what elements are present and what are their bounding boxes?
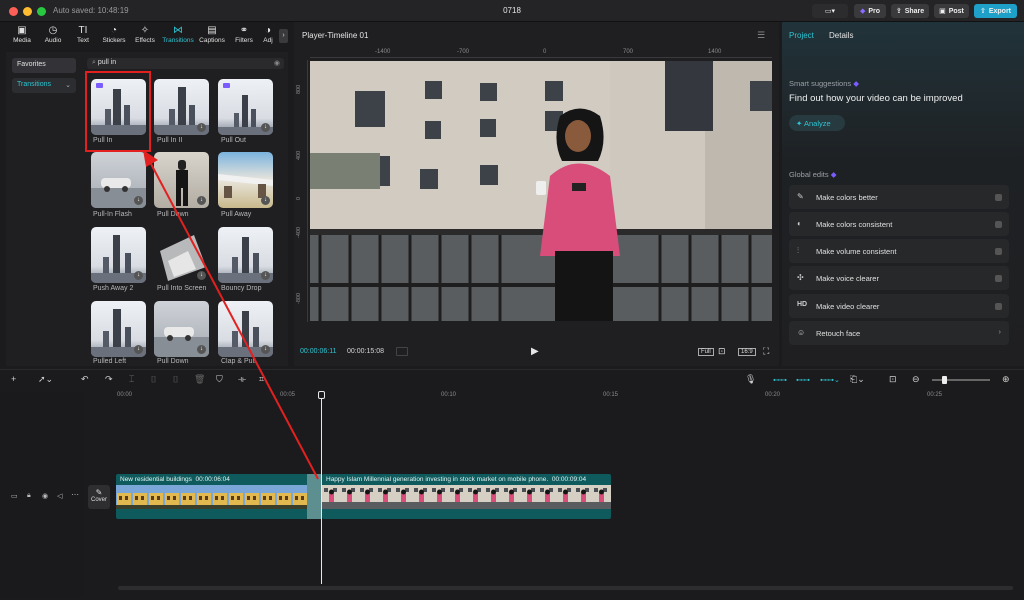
annotation-overlay [85,71,319,480]
highlight-box [85,71,151,152]
annotation-arrow [149,161,319,480]
